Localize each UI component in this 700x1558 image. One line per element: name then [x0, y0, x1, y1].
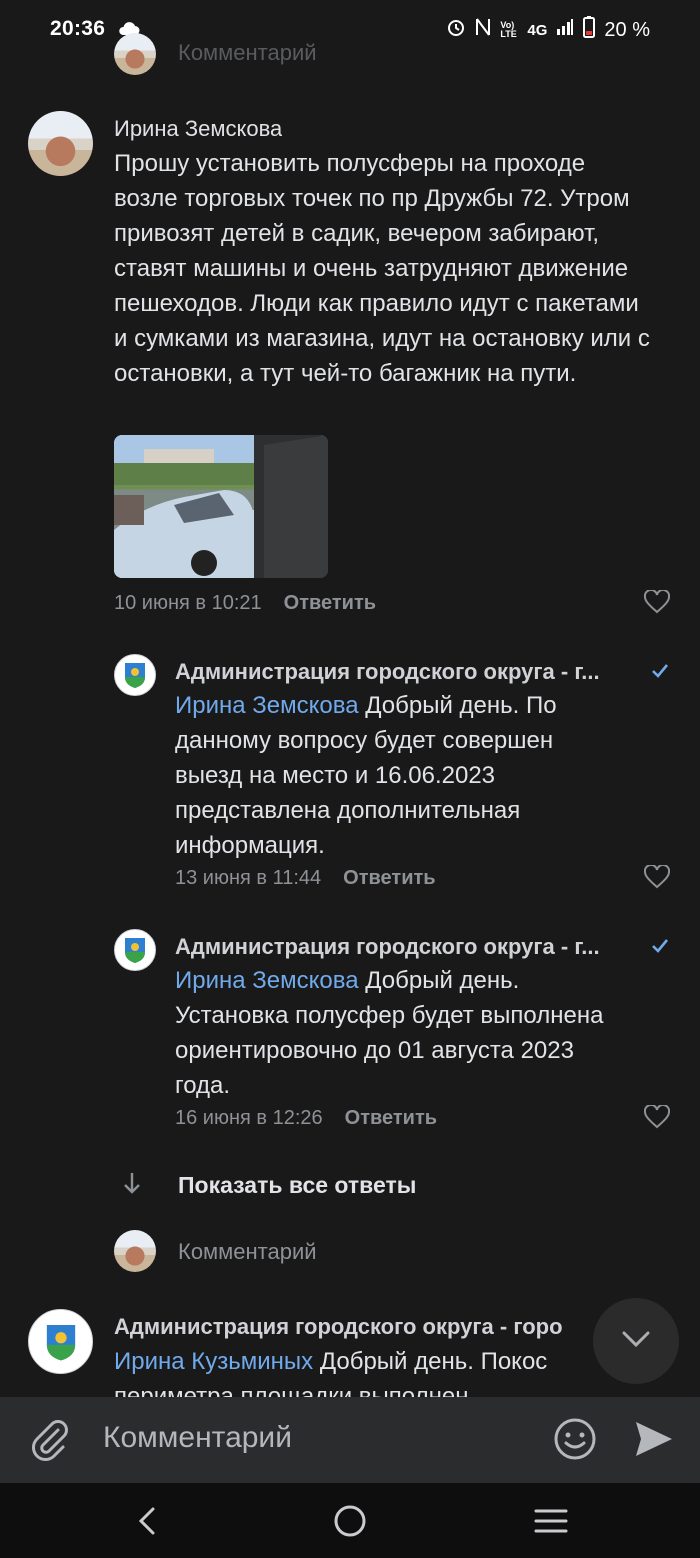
- reply-text-line: данному вопросу будет совершен: [175, 727, 554, 754]
- back-icon[interactable]: [135, 1505, 159, 1542]
- battery-icon: [583, 16, 596, 44]
- verified-icon: [650, 661, 670, 686]
- reply-date-text: 16 июня в 12:26: [175, 1107, 323, 1129]
- reply-button[interactable]: Ответить: [343, 867, 435, 889]
- mention-link[interactable]: Ирина Кузьминых: [114, 1348, 313, 1375]
- like-heart-icon[interactable]: [643, 863, 671, 894]
- comment-input[interactable]: Комментарий: [103, 1421, 292, 1455]
- avatar[interactable]: [114, 654, 156, 696]
- like-heart-icon[interactable]: [643, 1103, 671, 1134]
- reply-button[interactable]: Ответить: [345, 1107, 437, 1129]
- network-type: 4G: [527, 21, 548, 39]
- status-bar: 20:36 Vo) LTE 4G 20 %: [0, 0, 700, 58]
- reply-text: Ирина Земскова Добрый день. По данному в…: [175, 688, 665, 863]
- reply-button[interactable]: Ответить: [284, 592, 376, 614]
- reply-text-line: представлена дополнительная: [175, 797, 521, 824]
- reply-author[interactable]: Администрация городского округа - г...: [175, 934, 645, 960]
- reply-date-text: 13 июня в 11:44: [175, 867, 322, 889]
- avatar: [114, 33, 156, 75]
- emoji-icon[interactable]: [553, 1417, 597, 1466]
- comment-text: Ирина Кузьминых Добрый день. Покос перим…: [114, 1344, 606, 1397]
- arrow-down-icon: [120, 1170, 144, 1201]
- verified-icon: [650, 936, 670, 961]
- avatar[interactable]: [28, 111, 93, 176]
- reply-text-line: ориентировочно до 01 августа 2023: [175, 1037, 574, 1064]
- nfc-icon: [475, 17, 491, 43]
- comment-date-text: 10 июня в 10:21: [114, 592, 262, 614]
- avatar[interactable]: [28, 1309, 93, 1374]
- mention-link[interactable]: Ирина Земскова: [175, 967, 359, 994]
- comment-text-line: Добрый день. Покос: [319, 1348, 548, 1375]
- battery-percent: 20 %: [604, 18, 650, 41]
- show-all-replies-label: Показать все ответы: [178, 1172, 417, 1198]
- attach-icon[interactable]: [30, 1418, 70, 1467]
- system-nav-bar: [0, 1483, 700, 1558]
- reply-date: 13 июня в 11:44 Ответить: [175, 867, 436, 890]
- reply-text-line: года.: [175, 1072, 231, 1099]
- reply-author[interactable]: Администрация городского округа - г...: [175, 659, 645, 685]
- reply-text-line: Добрый день.: [365, 967, 520, 994]
- comment-text: Прошу установить полусферы на проходе во…: [114, 150, 650, 387]
- comment-author[interactable]: Администрация городского округа - горо: [114, 1314, 604, 1340]
- coat-of-arms-icon: [125, 938, 145, 963]
- alarm-icon: [446, 17, 466, 43]
- car-photo-illustration: [114, 435, 328, 578]
- send-icon[interactable]: [633, 1419, 675, 1464]
- show-all-replies-button[interactable]: Показать все ответы: [120, 1170, 416, 1201]
- avatar: [114, 1230, 156, 1272]
- like-heart-icon[interactable]: [643, 588, 671, 619]
- scroll-down-button[interactable]: [593, 1298, 679, 1384]
- coat-of-arms-icon: [46, 1324, 75, 1360]
- chevron-down-icon: [621, 1330, 651, 1353]
- reply-date: 16 июня в 12:26 Ответить: [175, 1107, 437, 1130]
- reply-text-line: выезд на место и 16.06.2023: [175, 762, 496, 789]
- avatar[interactable]: [114, 929, 156, 971]
- status-icons: Vo) LTE 4G 20 %: [446, 16, 650, 44]
- reply-text-line: информация.: [175, 832, 325, 859]
- reply-input-placeholder-top[interactable]: Комментарий: [178, 40, 317, 66]
- comment-text-line: периметра площадки выполнен: [114, 1383, 469, 1397]
- reply-text-line: Установка полусфер будет выполнена: [175, 1002, 604, 1029]
- coat-of-arms-icon: [125, 663, 145, 688]
- comment-date: 10 июня в 10:21 Ответить: [114, 592, 376, 615]
- home-icon[interactable]: [333, 1504, 367, 1543]
- comment-author[interactable]: Ирина Земскова: [114, 116, 282, 142]
- comment-photo[interactable]: [114, 435, 328, 578]
- mention-link[interactable]: Ирина Земскова: [175, 692, 359, 719]
- reply-text-line: Добрый день. По: [365, 692, 557, 719]
- volte-icon: Vo) LTE: [500, 20, 517, 39]
- signal-icon: [556, 18, 574, 42]
- status-time: 20:36: [50, 17, 106, 40]
- recents-icon[interactable]: [533, 1506, 569, 1541]
- reply-text: Ирина Земскова Добрый день. Установка по…: [175, 963, 665, 1103]
- comment-composer: Комментарий: [0, 1397, 700, 1483]
- reply-input[interactable]: Комментарий: [178, 1239, 317, 1265]
